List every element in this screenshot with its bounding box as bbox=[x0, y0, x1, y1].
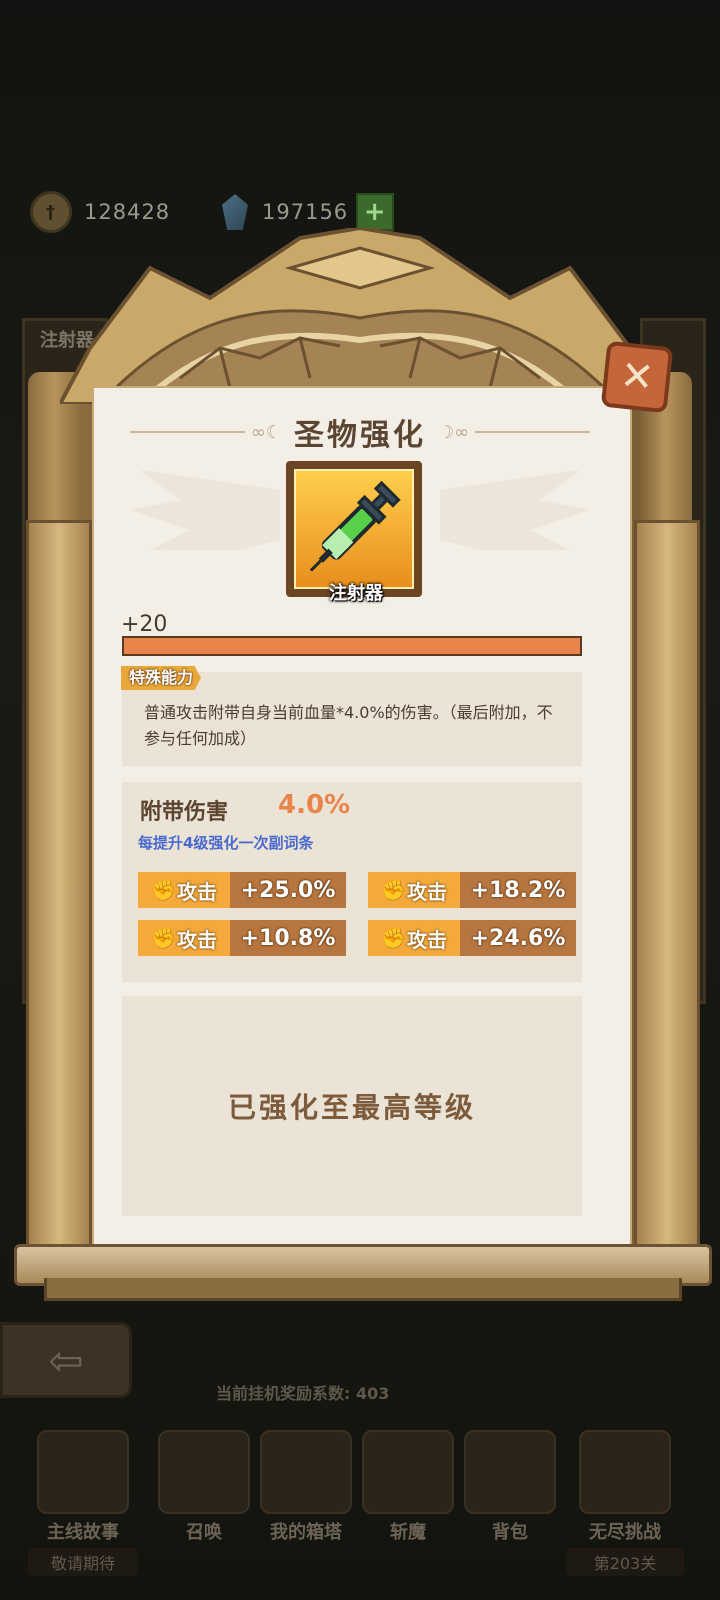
level-progress-bar bbox=[122, 636, 582, 656]
substat-name: 攻击 bbox=[177, 927, 217, 952]
nav-label: 主线故事 bbox=[47, 1522, 119, 1543]
nav-label: 召唤 bbox=[186, 1522, 222, 1543]
substat-value: +10.8% bbox=[230, 920, 346, 956]
substat-2: ✊ 攻击 +18.2% bbox=[368, 872, 576, 908]
idle-reward-text: 当前挂机奖励系数: 403 bbox=[216, 1384, 390, 1403]
coin-amount: 128428 bbox=[84, 200, 171, 224]
damage-label: 附带伤害 bbox=[140, 800, 229, 825]
attack-fist-icon: ✊ bbox=[151, 878, 176, 902]
syringe-icon bbox=[309, 480, 401, 572]
ornament-icon: ∞☾ bbox=[250, 421, 282, 443]
tower-icon bbox=[260, 1430, 352, 1514]
nav-tower[interactable]: 我的箱塔 bbox=[258, 1430, 354, 1580]
frame-pillar-left bbox=[26, 520, 92, 1266]
coin-icon: † bbox=[30, 191, 72, 233]
substat-4: ✊ 攻击 +24.6% bbox=[368, 920, 576, 956]
relic-item-frame: 注射器 bbox=[294, 469, 414, 604]
nav-slay[interactable]: 斩魔 bbox=[360, 1430, 456, 1580]
nav-sublabel: 第203关 bbox=[566, 1548, 684, 1576]
substats-box: 附带伤害 4.0% 每提升4级强化一次副词条 ✊ 攻击 +25.0% ✊ 攻击 +1… bbox=[122, 782, 582, 982]
gem-amount: 197156 bbox=[262, 200, 349, 224]
relic-item-name: 注射器 bbox=[329, 583, 383, 604]
close-icon: ✕ bbox=[617, 352, 657, 402]
substat-value: +25.0% bbox=[230, 872, 346, 908]
attack-fist-icon: ✊ bbox=[381, 878, 406, 902]
nav-label: 我的箱塔 bbox=[270, 1522, 342, 1543]
sword-emblem-icon bbox=[579, 1430, 671, 1514]
damage-value: 4.0% bbox=[278, 790, 351, 820]
frame-base-lower bbox=[44, 1278, 682, 1301]
nav-sublabel: 敬请期待 bbox=[28, 1548, 138, 1576]
nav-label: 无尽挑战 bbox=[589, 1522, 661, 1543]
substat-1: ✊ 攻击 +25.0% bbox=[138, 872, 346, 908]
modal-title: 圣物强化 bbox=[294, 418, 426, 453]
book-icon bbox=[37, 1430, 129, 1514]
attack-fist-icon: ✊ bbox=[381, 926, 406, 950]
close-button[interactable]: ✕ bbox=[600, 340, 674, 414]
max-level-box: 已强化至最高等级 bbox=[122, 996, 582, 1216]
bottom-nav: 主线故事 敬请期待 召唤 我的箱塔 斩魔 背包 无尽挑战 第203关 bbox=[0, 1420, 720, 1600]
nav-endless[interactable]: 无尽挑战 第203关 bbox=[566, 1430, 684, 1580]
relic-level: +20 bbox=[121, 612, 168, 637]
divider bbox=[475, 431, 590, 433]
modal-title-row: ∞☾ 圣物强化 ☽∞ bbox=[130, 410, 590, 454]
nav-main-story[interactable]: 主线故事 敬请期待 bbox=[28, 1430, 138, 1580]
nav-label: 斩魔 bbox=[390, 1522, 426, 1543]
substat-name: 攻击 bbox=[407, 927, 447, 952]
star-icon bbox=[362, 1430, 454, 1514]
attack-fist-icon: ✊ bbox=[151, 926, 176, 950]
back-button[interactable]: ⇦ bbox=[0, 1322, 132, 1398]
ability-description: 普通攻击附带自身当前血量*4.0%的伤害。（最后附加，不参与任何加成） bbox=[144, 703, 553, 748]
gem-icon bbox=[222, 194, 248, 230]
nav-bag[interactable]: 背包 bbox=[462, 1430, 558, 1580]
upgrade-hint: 每提升4级强化一次副词条 bbox=[138, 834, 314, 852]
add-gems-button[interactable]: + bbox=[356, 193, 395, 231]
frame-pillar-right bbox=[634, 520, 700, 1266]
substat-3: ✊ 攻击 +10.8% bbox=[138, 920, 346, 956]
substat-value: +24.6% bbox=[460, 920, 576, 956]
nav-summon[interactable]: 召唤 bbox=[156, 1430, 252, 1580]
substat-name: 攻击 bbox=[177, 879, 217, 904]
substat-value: +18.2% bbox=[460, 872, 576, 908]
max-level-text: 已强化至最高等级 bbox=[227, 1091, 476, 1124]
backpack-icon bbox=[464, 1430, 556, 1514]
ornament-icon: ☽∞ bbox=[438, 421, 470, 443]
nav-label: 背包 bbox=[492, 1522, 528, 1543]
scroll-icon bbox=[158, 1430, 250, 1514]
frame-crown-ornament bbox=[60, 228, 660, 404]
substat-name: 攻击 bbox=[407, 879, 447, 904]
ability-tag: 特殊能力 bbox=[121, 666, 202, 690]
back-arrow-icon: ⇦ bbox=[48, 1335, 84, 1385]
relic-item-card: 注射器 bbox=[286, 461, 422, 604]
divider bbox=[130, 431, 245, 433]
level-progress-fill bbox=[124, 638, 580, 654]
